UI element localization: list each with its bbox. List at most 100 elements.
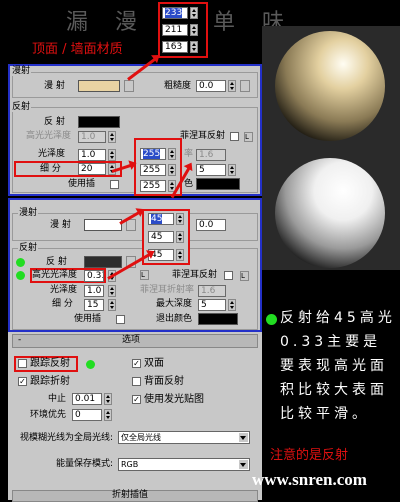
energy-label: 能量保存模式: xyxy=(56,459,114,469)
double-sided-checkbox[interactable]: ✓ xyxy=(132,359,141,368)
popup-top-g-spinner[interactable] xyxy=(190,24,198,36)
diffuse2-group-title: 漫射 xyxy=(18,208,39,218)
roughness-spinner[interactable] xyxy=(228,80,236,92)
subdiv2-spinner[interactable] xyxy=(108,299,116,311)
use-interp-checkbox[interactable] xyxy=(110,180,119,189)
use-interp2-label: 使用插 xyxy=(74,314,102,324)
use-glow-label: 使用发光贴图 xyxy=(144,394,204,405)
popup-reflect-r-spinner[interactable] xyxy=(168,148,176,160)
diffuse-color-swatch[interactable] xyxy=(78,80,120,92)
cutoff-spinner[interactable] xyxy=(104,393,112,405)
diffuse-group-title: 漫射 xyxy=(11,66,32,76)
green-dot-note xyxy=(266,314,277,325)
trace-reflect-checkbox[interactable] xyxy=(18,359,27,368)
diffuse2-color-swatch[interactable] xyxy=(84,219,122,231)
back-reflect-label: 背面反射 xyxy=(144,376,184,387)
fresnel-checkbox[interactable] xyxy=(230,132,239,141)
gloss2-spinner[interactable] xyxy=(108,285,116,297)
diffuse2-label: 漫 射 xyxy=(50,220,71,230)
popup-diffuse2-g[interactable]: 45 xyxy=(148,231,174,243)
popup-diffuse2-r-spinner[interactable] xyxy=(176,213,184,225)
exit-color-swatch-2[interactable] xyxy=(198,313,238,325)
env-priority-input[interactable]: 0 xyxy=(72,409,102,421)
subdiv2-label: 细 分 xyxy=(52,299,73,309)
gloss2-input[interactable]: 1.0 xyxy=(84,285,104,297)
fresnel-ior-input[interactable]: 1.6 xyxy=(196,149,226,161)
diffuse-map-button[interactable] xyxy=(124,80,134,92)
green-dot-hilight xyxy=(16,271,25,280)
cutoff-input[interactable]: 0.01 xyxy=(72,393,102,405)
roughness-input[interactable]: 0.0 xyxy=(196,80,226,92)
roughness-map-button[interactable] xyxy=(240,80,250,92)
fresnel-label: 菲涅耳反射 xyxy=(180,131,226,141)
gi-select[interactable]: 仅全局光线 xyxy=(118,431,250,444)
green-dot-trace xyxy=(86,360,95,369)
popup-top-g[interactable]: 211 xyxy=(162,24,188,36)
max-depth-spinner[interactable] xyxy=(228,299,236,311)
roughness2-input[interactable]: 0.0 xyxy=(196,219,226,231)
exit-color-label: 退出颜色 xyxy=(156,314,193,324)
env-priority-spinner[interactable] xyxy=(104,409,112,421)
popup-reflect-g-spinner[interactable] xyxy=(168,164,176,176)
popup-diffuse2-g-spinner[interactable] xyxy=(176,231,184,243)
preview-spheres xyxy=(262,26,400,270)
sphere-top xyxy=(275,31,385,141)
gi-label: 视模糊光线为全局光线: xyxy=(20,433,114,443)
top-annotation: 顶面 / 墙面材质 xyxy=(32,42,123,57)
gloss-label: 光泽度 xyxy=(38,149,66,159)
fresnel2-l-button[interactable]: L xyxy=(240,271,249,281)
side-note: 反射给45高光0.33主要是要表现高光面积比较大表面比较平滑。 xyxy=(280,310,396,422)
sphere-bottom xyxy=(275,158,385,268)
hilight2-gloss-input[interactable]: 0.33 xyxy=(84,270,104,282)
fresnel2-ior-input[interactable]: 1.6 xyxy=(198,285,226,297)
gloss2-label: 光泽度 xyxy=(50,285,78,295)
popup-diffuse2-b-spinner[interactable] xyxy=(176,249,184,261)
exit-color-swatch-1[interactable] xyxy=(196,178,240,190)
fresnel-ior-suffix: 率 xyxy=(184,149,194,159)
trace-reflect-label: 跟踪反射 xyxy=(30,358,70,369)
reflect2-group-title: 反射 xyxy=(18,243,39,253)
reflect2-color-swatch[interactable] xyxy=(84,256,122,268)
popup-top-r[interactable]: 233 xyxy=(162,7,188,19)
hilight2-l-button[interactable]: L xyxy=(140,270,149,280)
fresnel2-label: 菲涅耳反射 xyxy=(172,270,218,280)
energy-select[interactable]: RGB xyxy=(118,458,250,471)
gloss-spinner[interactable] xyxy=(108,149,116,161)
trace-refract-checkbox[interactable]: ✓ xyxy=(18,377,27,386)
env-priority-label: 环境优先 xyxy=(30,410,67,420)
subdiv-input[interactable]: 20 xyxy=(78,163,106,175)
fresnel-l-button[interactable]: L xyxy=(244,132,253,142)
reflect-label: 反 射 xyxy=(44,117,65,127)
hilight-gloss-spinner[interactable] xyxy=(108,131,116,143)
max-depth-input[interactable]: 5 xyxy=(198,299,226,311)
popup-top-r-spinner[interactable] xyxy=(190,7,198,19)
options-collapse-sign[interactable]: - xyxy=(18,335,21,346)
cutoff-label: 中止 xyxy=(48,394,67,404)
hilight2-gloss-label: 高光光泽度 xyxy=(32,270,78,280)
depth-input[interactable]: 5 xyxy=(196,164,226,176)
popup-top-b[interactable]: 163 xyxy=(162,41,188,53)
depth-spinner[interactable] xyxy=(228,164,236,176)
back-reflect-checkbox[interactable] xyxy=(132,377,141,386)
reflect-color-swatch[interactable] xyxy=(78,116,120,128)
hilight-gloss-input[interactable]: 1.0 xyxy=(78,131,106,143)
popup-diffuse2-r[interactable]: 45 xyxy=(148,213,174,225)
use-interp-label: 使用插 xyxy=(68,179,96,189)
subdiv-label: 细 分 xyxy=(40,164,61,174)
popup-reflect-r[interactable]: 255 xyxy=(140,148,166,160)
footer-rollout-title: 折射插值 xyxy=(112,490,149,500)
gloss-input[interactable]: 1.0 xyxy=(78,149,106,161)
popup-reflect-g[interactable]: 255 xyxy=(140,164,166,176)
double-sided-label: 双面 xyxy=(144,358,164,369)
use-interp2-checkbox[interactable] xyxy=(116,315,125,324)
popup-reflect-b[interactable]: 255 xyxy=(140,180,166,192)
trace-refract-label: 跟踪折射 xyxy=(30,376,70,387)
fresnel2-checkbox[interactable] xyxy=(224,271,233,280)
max-depth-label: 最大深度 xyxy=(156,299,193,309)
subdiv2-input[interactable]: 15 xyxy=(84,299,104,311)
popup-top-b-spinner[interactable] xyxy=(190,41,198,53)
use-glow-checkbox[interactable]: ✓ xyxy=(132,395,141,404)
fresnel2-ior-label: 菲涅耳折射率 xyxy=(140,285,195,295)
green-dot-reflect xyxy=(16,258,25,267)
warning-note: 注意的是反射 xyxy=(270,448,349,463)
